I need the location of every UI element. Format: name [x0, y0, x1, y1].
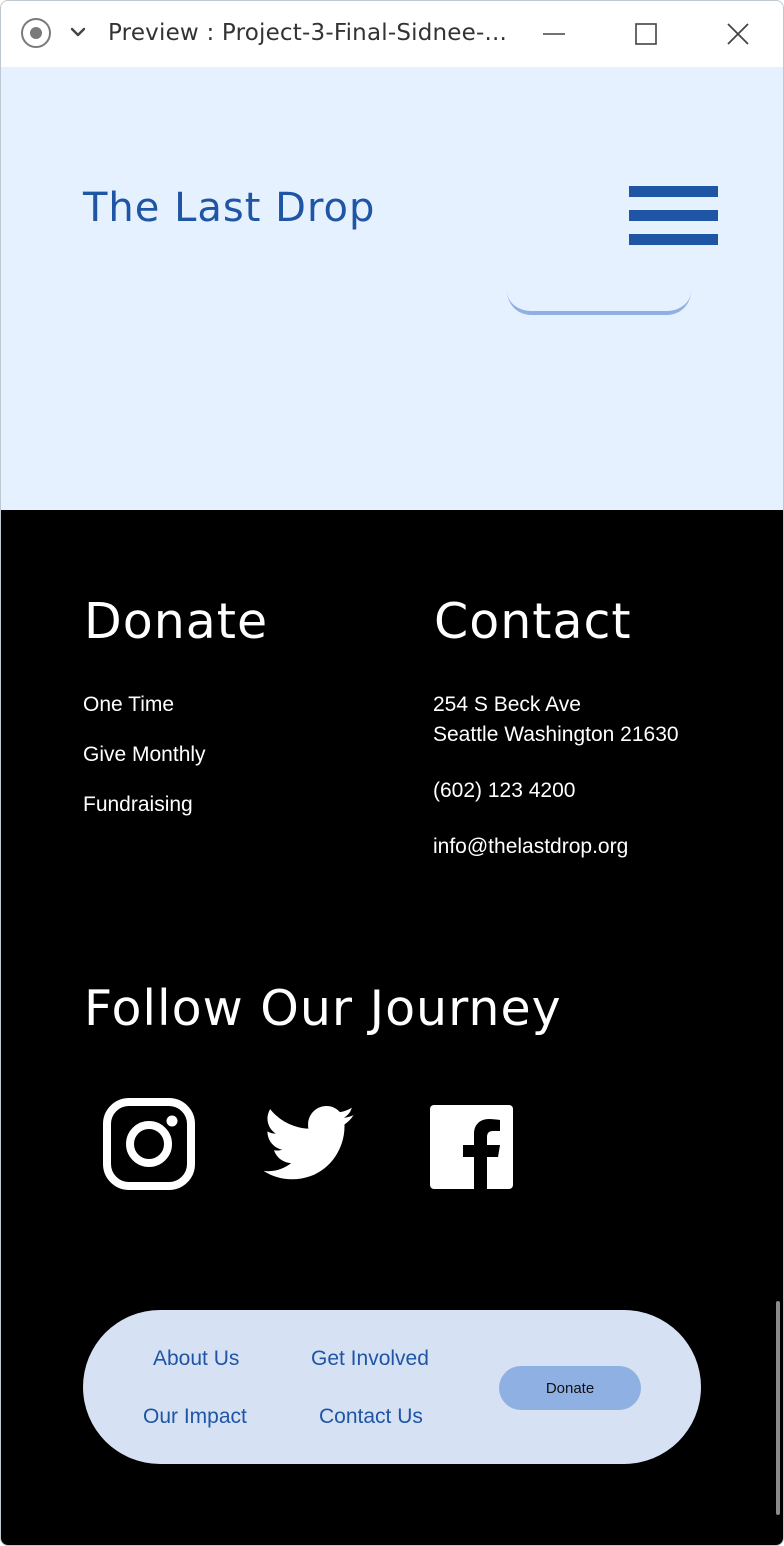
- footer-nav-pill: About Us Get Involved Our Impact Contact…: [83, 1310, 701, 1464]
- instagram-icon[interactable]: [103, 1098, 195, 1190]
- nav-contact-us[interactable]: Contact Us: [319, 1405, 423, 1429]
- email-address[interactable]: info@thelastdrop.org: [433, 835, 628, 859]
- hamburger-menu-icon[interactable]: [629, 186, 718, 246]
- phone-number[interactable]: (602) 123 4200: [433, 779, 575, 803]
- nav-about-us[interactable]: About Us: [153, 1347, 239, 1371]
- donate-heading: Donate: [84, 593, 269, 650]
- maximize-icon[interactable]: [631, 19, 661, 49]
- donate-link-one-time[interactable]: One Time: [83, 693, 174, 717]
- facebook-icon[interactable]: [430, 1105, 513, 1189]
- chevron-down-icon[interactable]: [67, 21, 89, 43]
- donate-link-fundraising[interactable]: Fundraising: [83, 793, 193, 817]
- address-line-1: 254 S Beck Ave: [433, 693, 581, 716]
- twitter-icon[interactable]: [264, 1104, 356, 1184]
- close-icon[interactable]: [723, 19, 753, 49]
- title-bar: Preview : Project-3-Final-Sidnee-...: [1, 1, 783, 67]
- minimize-icon[interactable]: [539, 19, 569, 49]
- header-section: The Last Drop: [1, 67, 783, 510]
- scrollbar-thumb[interactable]: [776, 1301, 780, 1515]
- nav-our-impact[interactable]: Our Impact: [143, 1405, 247, 1429]
- window-title: Preview : Project-3-Final-Sidnee-...: [108, 20, 508, 46]
- page-content: The Last Drop Donate One Time Give Month…: [1, 67, 783, 1545]
- footer: Donate One Time Give Monthly Fundraising…: [1, 510, 783, 1545]
- record-icon[interactable]: [21, 18, 51, 48]
- brand-logo-text[interactable]: The Last Drop: [83, 185, 375, 231]
- app-window: Preview : Project-3-Final-Sidnee-... The…: [0, 0, 784, 1546]
- donate-link-give-monthly[interactable]: Give Monthly: [83, 743, 206, 767]
- nav-get-involved[interactable]: Get Involved: [311, 1347, 429, 1371]
- decorative-arc: [507, 291, 691, 315]
- donate-button[interactable]: Donate: [499, 1366, 641, 1410]
- contact-heading: Contact: [434, 593, 632, 650]
- follow-heading: Follow Our Journey: [84, 980, 562, 1037]
- address-line-2: Seattle Washington 21630: [433, 723, 679, 746]
